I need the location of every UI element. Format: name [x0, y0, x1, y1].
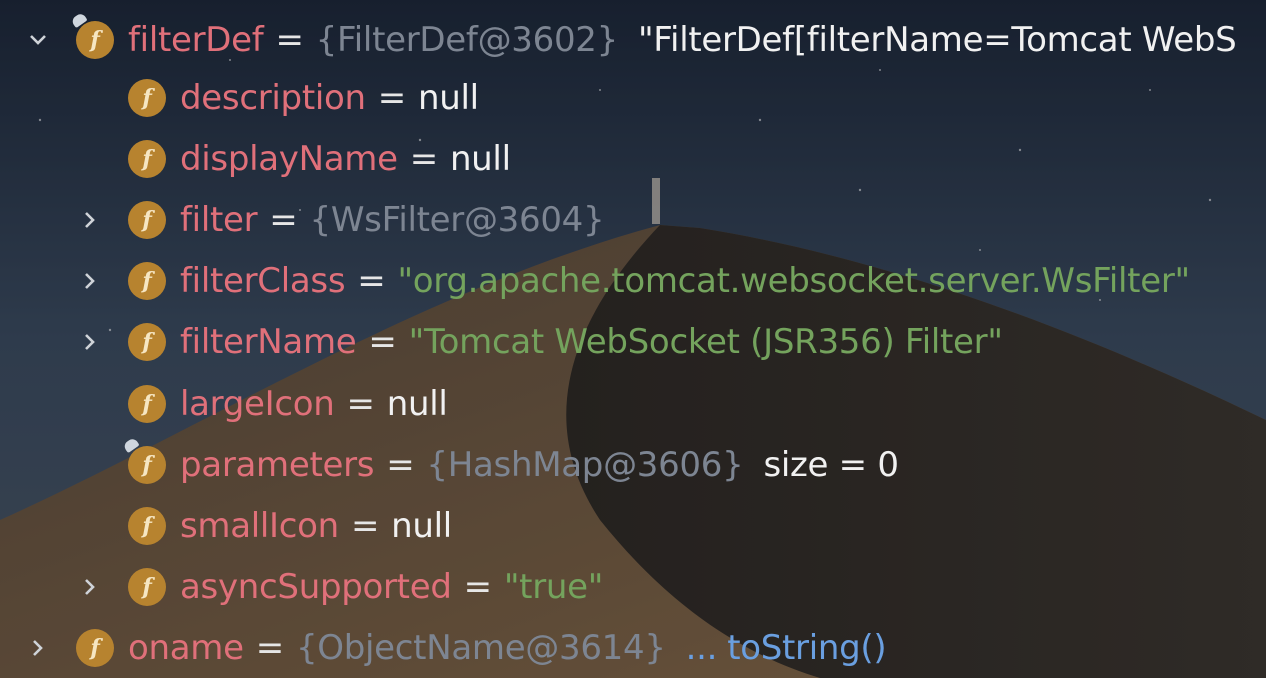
field-icon: f: [128, 140, 166, 178]
field-name: oname: [128, 628, 244, 668]
collection-size: size = 0: [763, 445, 899, 485]
chevron-right-icon[interactable]: [76, 202, 104, 238]
field-name: asyncSupported: [180, 567, 452, 607]
field-name: parameters: [180, 445, 375, 485]
tree-row-asyncSupported[interactable]: f asyncSupported = "true": [76, 557, 603, 617]
field-icon: f: [76, 21, 114, 59]
field-name: displayName: [180, 139, 398, 179]
field-name: filterClass: [180, 261, 346, 301]
ellipsis: ...: [685, 628, 718, 668]
equals-sign: =: [269, 200, 298, 240]
field-name: largeIcon: [180, 384, 335, 424]
field-icon: f: [128, 507, 166, 545]
chevron-down-icon[interactable]: [24, 22, 52, 58]
chevron-right-icon[interactable]: [24, 630, 52, 666]
chevron-right-icon[interactable]: [76, 569, 104, 605]
tree-row-filterClass[interactable]: f filterClass = "org.apache.tomcat.webso…: [76, 251, 1190, 311]
field-value: null: [449, 139, 511, 179]
field-name: description: [180, 78, 366, 118]
chevron-right-icon[interactable]: [76, 324, 104, 360]
field-icon: f: [128, 568, 166, 606]
equals-sign: =: [386, 445, 415, 485]
field-name: filter: [180, 200, 258, 240]
field-name: filterName: [180, 322, 357, 362]
equals-sign: =: [357, 261, 386, 301]
field-value-string: "org.apache.tomcat.websocket.server.WsFi…: [397, 261, 1190, 301]
tree-row-oname[interactable]: f oname = {ObjectName@3614} ... toString…: [24, 618, 887, 678]
field-icon: f: [128, 385, 166, 423]
equals-sign: =: [255, 628, 285, 668]
object-reference: {HashMap@3606}: [426, 445, 744, 485]
equals-sign: =: [409, 139, 439, 179]
field-icon: f: [128, 446, 166, 484]
field-icon: f: [128, 79, 166, 117]
equals-sign: =: [346, 384, 376, 424]
field-icon: f: [128, 323, 166, 361]
tree-row-parameters[interactable]: f parameters = {HashMap@3606} size = 0: [76, 435, 899, 495]
field-icon: f: [128, 262, 166, 300]
field-name: filterDef: [128, 20, 264, 60]
tree-row-smallIcon[interactable]: f smallIcon = null: [76, 496, 452, 556]
field-value: null: [391, 506, 452, 546]
object-reference: {WsFilter@3604}: [309, 200, 605, 240]
tree-row-largeIcon[interactable]: f largeIcon = null: [76, 374, 448, 434]
equals-sign: =: [463, 567, 493, 607]
field-icon: f: [76, 629, 114, 667]
tree-row-filter[interactable]: f filter = {WsFilter@3604}: [76, 190, 605, 250]
field-value-string: "Tomcat WebSocket (JSR356) Filter": [408, 322, 1003, 362]
variables-tree: f filterDef = {FilterDef@3602} "FilterDe…: [0, 0, 1266, 678]
equals-sign: =: [350, 506, 380, 546]
field-icon: f: [128, 201, 166, 239]
field-value: null: [417, 78, 479, 118]
field-name: smallIcon: [180, 506, 339, 546]
tree-row-filterDef[interactable]: f filterDef = {FilterDef@3602} "FilterDe…: [24, 10, 1237, 70]
tree-row-description[interactable]: f description = null: [76, 68, 479, 128]
field-value-string: "true": [503, 567, 604, 607]
equals-sign: =: [377, 78, 407, 118]
chevron-right-icon[interactable]: [76, 263, 104, 299]
tree-row-filterName[interactable]: f filterName = "Tomcat WebSocket (JSR356…: [76, 312, 1003, 372]
field-value-string: "FilterDef[filterName=Tomcat WebS: [637, 20, 1237, 60]
equals-sign: =: [368, 322, 397, 362]
tree-row-displayName[interactable]: f displayName = null: [76, 129, 511, 189]
object-reference: {FilterDef@3602}: [315, 20, 619, 60]
tostring-link[interactable]: toString(): [727, 628, 886, 668]
field-value: null: [386, 384, 448, 424]
object-reference: {ObjectName@3614}: [295, 628, 666, 668]
equals-sign: =: [275, 20, 304, 60]
